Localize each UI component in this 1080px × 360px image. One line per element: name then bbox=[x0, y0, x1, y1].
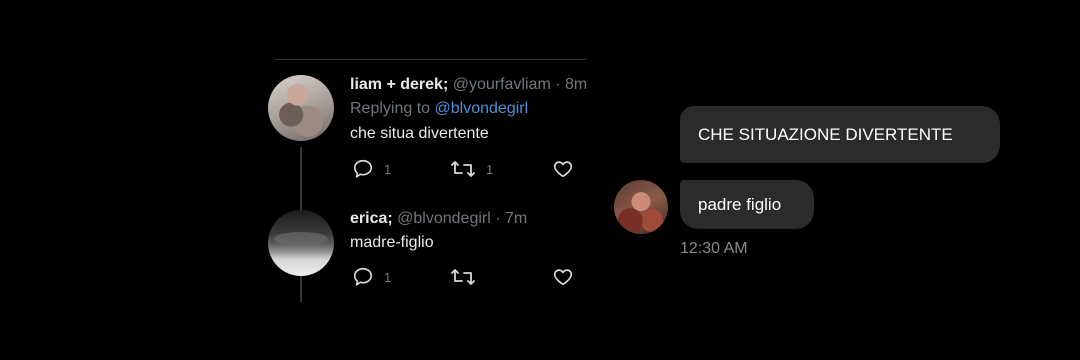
like-icon bbox=[553, 161, 573, 178]
retweet-button[interactable]: 1 bbox=[450, 158, 493, 180]
reply-button[interactable]: 1 bbox=[352, 266, 391, 288]
like-button[interactable] bbox=[552, 158, 584, 180]
reply-icon bbox=[353, 267, 373, 286]
separator: · bbox=[495, 210, 501, 227]
replying-to: Replying to @blvondegirl bbox=[350, 100, 528, 118]
tweet-header: liam + derek; @yourfavliam · 8m bbox=[350, 76, 587, 94]
retweet-icon bbox=[451, 269, 475, 285]
chat-message[interactable]: padre figlio bbox=[680, 180, 814, 229]
tweet-text: che situa divertente bbox=[350, 125, 489, 142]
chat-timestamp: 12:30 AM bbox=[680, 240, 748, 257]
chat-message[interactable]: CHE SITUAZIONE DIVERTENTE bbox=[680, 106, 1000, 163]
chat-avatar[interactable] bbox=[614, 180, 668, 234]
reply-count: 1 bbox=[384, 161, 392, 177]
replying-to-handle[interactable]: @blvondegirl bbox=[435, 100, 529, 117]
like-icon bbox=[553, 269, 573, 286]
tweet-time[interactable]: 7m bbox=[505, 210, 527, 227]
tweet-time[interactable]: 8m bbox=[565, 76, 587, 93]
replying-to-label: Replying to bbox=[350, 100, 431, 117]
display-name[interactable]: liam + derek; bbox=[350, 76, 448, 93]
retweet-button[interactable] bbox=[450, 266, 486, 288]
reply-button[interactable]: 1 bbox=[352, 158, 391, 180]
retweet-count: 1 bbox=[486, 161, 494, 177]
reply-count: 1 bbox=[384, 269, 392, 285]
avatar-image-detail bbox=[274, 232, 328, 246]
handle[interactable]: @blvondegirl bbox=[397, 210, 491, 227]
thread-divider bbox=[275, 59, 587, 60]
like-button[interactable] bbox=[552, 266, 584, 288]
display-name[interactable]: erica; bbox=[350, 210, 393, 227]
reply-icon bbox=[353, 159, 373, 178]
tweet-text: madre-figlio bbox=[350, 234, 434, 251]
avatar[interactable] bbox=[268, 75, 334, 141]
handle[interactable]: @yourfavliam bbox=[453, 76, 551, 93]
tweet-header: erica; @blvondegirl · 7m bbox=[350, 210, 527, 228]
avatar[interactable] bbox=[268, 210, 334, 276]
separator: · bbox=[555, 76, 561, 93]
retweet-icon bbox=[451, 161, 475, 177]
